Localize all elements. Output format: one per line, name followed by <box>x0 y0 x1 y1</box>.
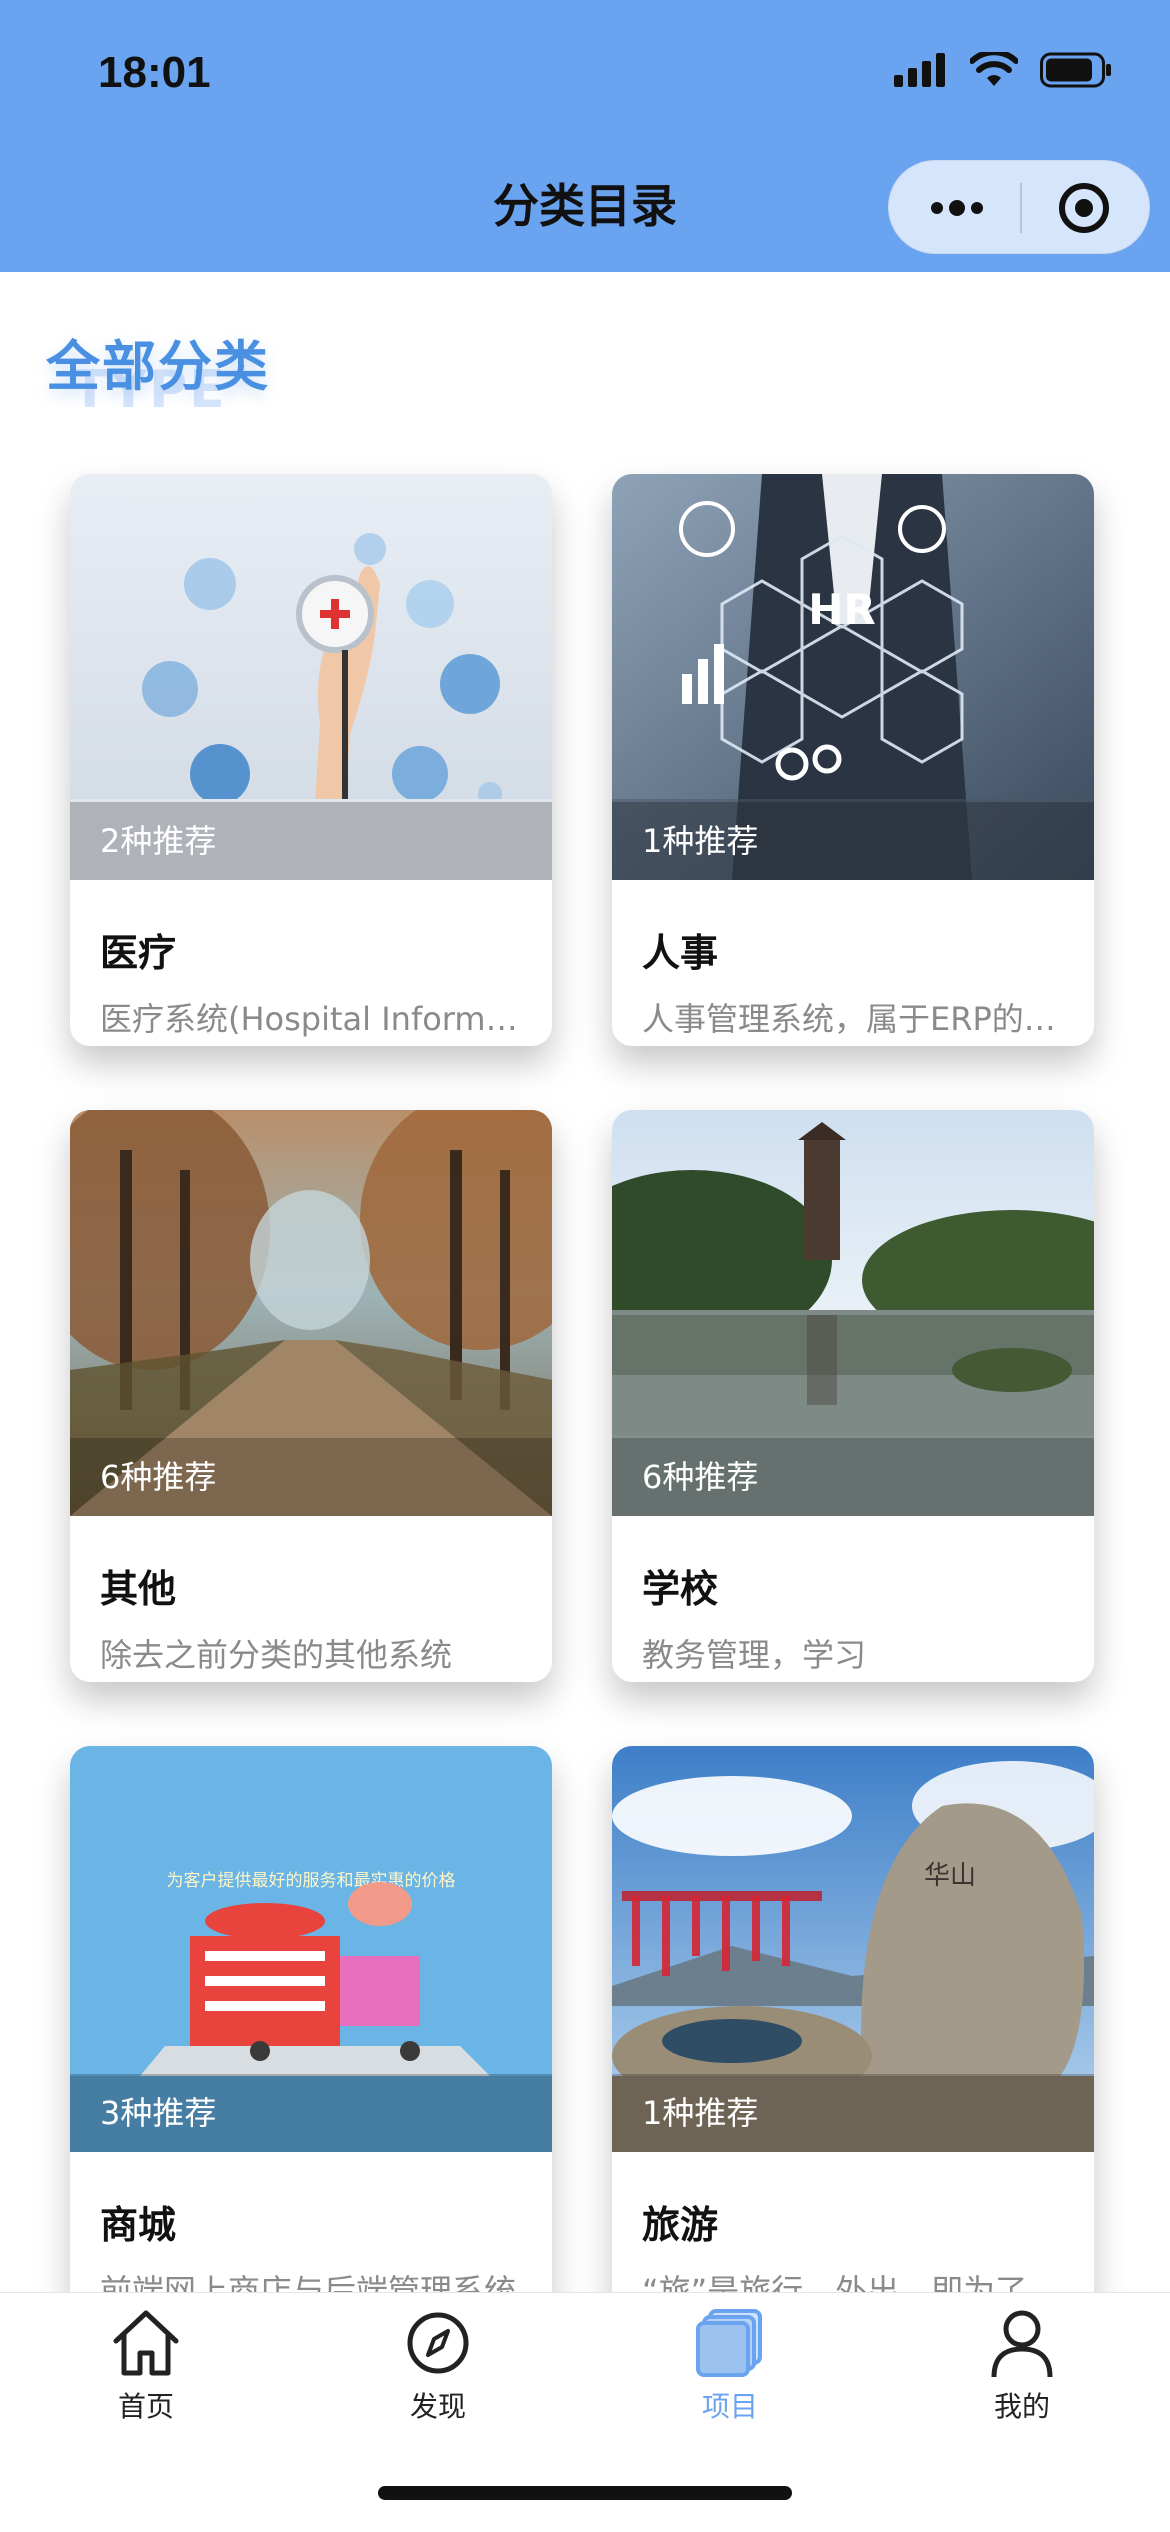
category-desc: 除去之前分类的其他系统 <box>100 1636 453 1674</box>
recommend-count: 1种推荐 <box>612 2074 1094 2152</box>
category-desc: “旅”是旅行、外出，即为了实现某一目的 <box>642 2272 1066 2292</box>
svg-text:HR: HR <box>808 585 876 634</box>
recommend-count: 2种推荐 <box>70 802 552 880</box>
category-image: HR 1种推荐 <box>612 474 1094 880</box>
recommend-count: 3种推荐 <box>70 2074 552 2152</box>
tab-discover[interactable]: 发现 <box>348 2305 528 2455</box>
category-image: 华山 1种推荐 <box>612 1746 1094 2152</box>
home-icon <box>113 2310 179 2376</box>
category-desc: 教务管理，学习 <box>642 1636 867 1674</box>
category-image: 6种推荐 <box>70 1110 552 1516</box>
tab-home[interactable]: 首页 <box>56 2305 236 2455</box>
category-name: 商城 <box>100 2203 177 2247</box>
category-card-medical[interactable]: 2种推荐 医疗 医疗系统(Hospital Information System… <box>70 474 552 1046</box>
user-icon <box>991 2310 1053 2378</box>
recommend-count: 6种推荐 <box>70 1438 552 1516</box>
tab-label: 项目 <box>701 2390 758 2423</box>
category-image: 为客户提供最好的服务和最实惠的价格 3种推荐 <box>70 1746 552 2152</box>
tab-label: 我的 <box>993 2390 1050 2423</box>
category-image: 6种推荐 <box>612 1110 1094 1516</box>
tab-projects[interactable]: 项目 <box>640 2305 820 2455</box>
category-desc: 医疗系统(Hospital Information System) <box>100 1000 524 1038</box>
recommend-count: 1种推荐 <box>612 802 1094 880</box>
category-name: 学校 <box>642 1567 719 1611</box>
cards-icon <box>696 2309 762 2377</box>
category-desc: 前端网上商店与后端管理系统 <box>100 2272 517 2292</box>
category-card-school[interactable]: 6种推荐 学校 教务管理，学习 <box>612 1110 1094 1682</box>
home-indicator[interactable] <box>378 2486 792 2500</box>
category-card-hr[interactable]: HR 1种推荐 人事 人事管理系统，属于ERP的一部分 <box>612 474 1094 1046</box>
category-card-travel[interactable]: 华山 1种推荐 旅游 “旅”是旅行、外出，即为了实现某一目的 <box>612 1746 1094 2292</box>
category-name: 其他 <box>100 1567 177 1611</box>
category-name: 旅游 <box>642 2203 719 2247</box>
tab-mine[interactable]: 我的 <box>932 2305 1112 2455</box>
compass-icon <box>407 2312 469 2374</box>
category-card-shop[interactable]: 为客户提供最好的服务和最实惠的价格 3种推荐 商城 前端网上商店与后端管理系统 <box>70 1746 552 2292</box>
category-name: 医疗 <box>100 931 177 975</box>
recommend-count: 6种推荐 <box>612 1438 1094 1516</box>
shop-image-slogan: 为客户提供最好的服务和最实惠的价格 <box>167 1871 456 1891</box>
stone-inscription: 华山 <box>924 1861 976 1891</box>
tab-label: 发现 <box>409 2390 466 2423</box>
category-name: 人事 <box>642 931 719 975</box>
tab-label: 首页 <box>117 2390 174 2423</box>
category-desc: 人事管理系统，属于ERP的一部分 <box>642 1000 1066 1038</box>
category-card-other[interactable]: 6种推荐 其他 除去之前分类的其他系统 <box>70 1110 552 1682</box>
category-image: 2种推荐 <box>70 474 552 880</box>
category-grid: 2种推荐 医疗 医疗系统(Hospital Information System… <box>0 0 1170 2292</box>
